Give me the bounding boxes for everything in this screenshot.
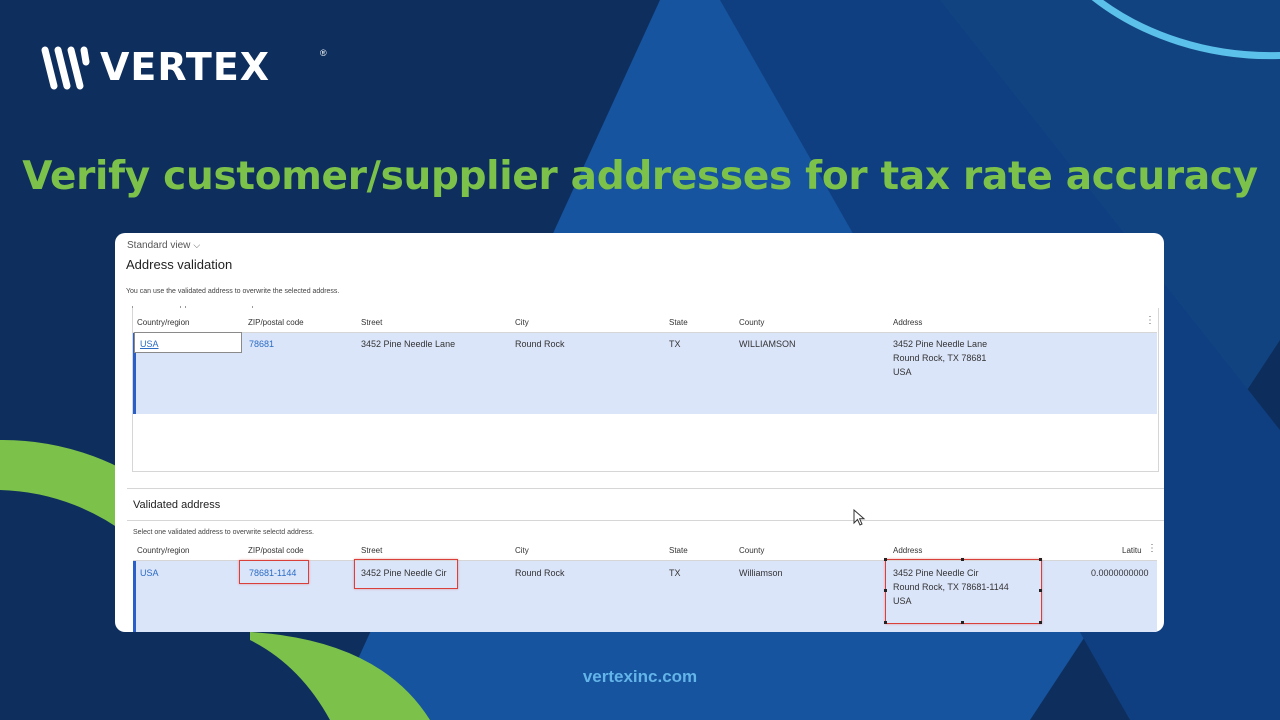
column-header-address[interactable]: Address [893,546,922,555]
address-line-2: Round Rock, TX 78681 [893,353,987,363]
resize-handle[interactable] [1039,589,1042,592]
column-header-country[interactable]: Country/region [137,318,189,327]
column-header-county[interactable]: County [739,546,764,555]
country-link[interactable]: USA [140,566,159,580]
city-value: Round Rock [515,568,565,578]
section-divider [127,488,1164,489]
resize-handle[interactable] [1039,558,1042,561]
slide-headline: Verify customer/supplier addresses for t… [22,154,1258,199]
address-highlight-box [885,559,1042,624]
column-header-city[interactable]: City [515,546,529,555]
resize-handle[interactable] [1039,621,1042,624]
column-header-zip[interactable]: ZIP/postal code [248,318,304,327]
state-value: TX [669,568,681,578]
more-options-icon[interactable]: ⋮ [1147,543,1157,554]
address-validation-screenshot: Standard view ⌵ Address validation You ca… [115,233,1164,632]
column-header-street[interactable]: Street [361,546,382,555]
footer-url[interactable]: vertexinc.com [0,667,1280,687]
country-value[interactable]: USA [140,337,159,351]
address-line-3: USA [893,367,912,377]
resize-handle[interactable] [884,621,887,624]
resize-handle[interactable] [884,558,887,561]
view-selector-label: Standard view [127,240,191,251]
column-header-zip[interactable]: ZIP/postal code [248,546,304,555]
resize-handle[interactable] [884,589,887,592]
vertex-wordmark: VERTEX [100,45,271,89]
more-options-icon[interactable]: ⋮ [1145,315,1155,326]
vertex-logo: VERTEX ® [40,40,327,94]
street-highlight-box [354,559,458,589]
zip-highlight-box [239,560,309,584]
view-selector[interactable]: Standard view ⌵ [127,240,200,251]
column-header-country[interactable]: Country/region [137,546,189,555]
resize-handle[interactable] [961,621,964,624]
section-divider [127,520,1164,521]
street-value: 3452 Pine Needle Lane [361,339,456,349]
validated-address-note: Select one validated address to overwrit… [133,529,314,536]
validated-address-title: Validated address [133,499,221,511]
address-validation-title: Address validation [126,257,233,272]
zip-link[interactable]: 78681 [249,337,274,351]
column-header-city[interactable]: City [515,318,529,327]
chevron-down-icon: ⌵ [193,240,201,250]
state-value: TX [669,339,681,349]
latitude-value: 0.0000000000 [1091,568,1149,578]
column-header-state[interactable]: State [669,318,688,327]
address-line-1: 3452 Pine Needle Lane [893,339,988,349]
address-validation-note: You can use the validated address to ove… [126,288,340,295]
county-value: WILLIAMSON [739,339,796,349]
table-row-selected[interactable] [133,333,1157,414]
vertex-logo-mark-icon [41,46,90,90]
column-header-address[interactable]: Address [893,318,922,327]
registered-mark: ® [320,48,327,58]
column-header-state[interactable]: State [669,546,688,555]
mouse-cursor-icon [853,509,866,526]
resize-handle[interactable] [961,558,964,561]
column-header-county[interactable]: County [739,318,764,327]
county-value: Williamson [739,568,783,578]
city-value: Round Rock [515,339,565,349]
column-header-street[interactable]: Street [361,318,382,327]
column-header-latitude[interactable]: Latitu [1122,546,1142,555]
